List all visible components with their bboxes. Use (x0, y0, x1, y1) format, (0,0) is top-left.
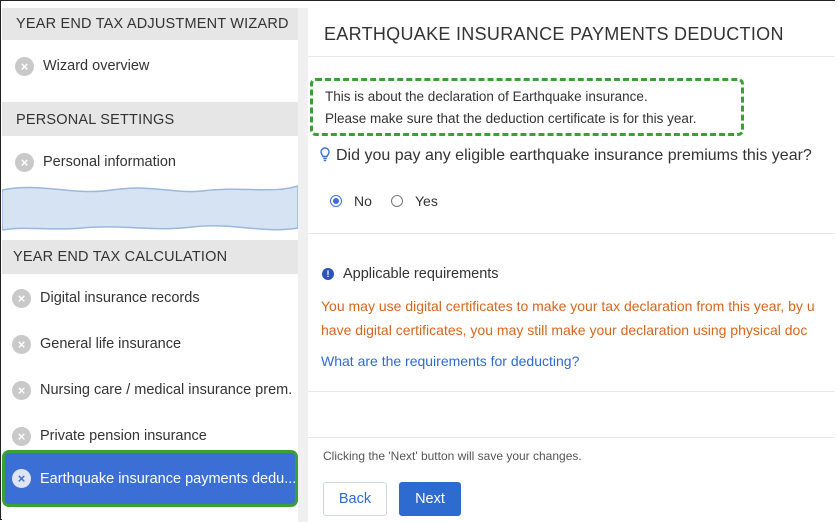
x-circle-icon: × (12, 380, 31, 400)
requirements-link[interactable]: What are the requirements for deducting? (321, 353, 579, 369)
x-circle-icon: × (15, 152, 34, 172)
sidebar-item-general-life-insurance[interactable]: × General life insurance (2, 324, 298, 364)
x-circle-icon: × (12, 288, 31, 308)
sidebar-item-label: Private pension insurance (40, 428, 207, 444)
sidebar-item-label: Wizard overview (43, 58, 150, 74)
sidebar-item-label: Earthquake insurance payments dedu... (40, 470, 297, 487)
sidebar-item-wizard-overview[interactable]: × Wizard overview (2, 46, 298, 86)
option-no-label: No (354, 193, 372, 209)
back-button[interactable]: Back (323, 482, 387, 516)
option-no[interactable]: No (330, 193, 372, 209)
sidebar-item-label: General life insurance (40, 336, 182, 352)
question-text: Did you pay any eligible earthquake insu… (336, 147, 812, 164)
next-button[interactable]: Next (399, 482, 461, 516)
pane-divider (298, 8, 308, 522)
radio-no[interactable] (330, 195, 342, 207)
x-circle-icon: × (12, 469, 31, 488)
content-divider (308, 391, 838, 392)
sidebar-item-digital-insurance-records[interactable]: × Digital insurance records (2, 278, 298, 318)
question: Did you pay any eligible earthquake insu… (320, 147, 812, 165)
footer-divider (308, 437, 838, 438)
x-circle-icon: × (12, 334, 31, 354)
page-title: EARTHQUAKE INSURANCE PAYMENTS DEDUCTION (324, 24, 784, 44)
option-yes-label: Yes (415, 193, 438, 209)
sidebar-item-label: Digital insurance records (40, 290, 200, 306)
lightbulb-icon (320, 147, 330, 165)
section-heading-wizard: YEAR END TAX ADJUSTMENT WIZARD (2, 8, 298, 40)
section-divider (308, 233, 838, 234)
requirements-heading-text: Applicable requirements (343, 266, 499, 282)
notice-box: This is about the declaration of Earthqu… (310, 78, 744, 136)
x-circle-icon: × (12, 426, 31, 446)
main-panel: EARTHQUAKE INSURANCE PAYMENTS DEDUCTION … (308, 8, 838, 522)
sidebar-item-label: Nursing care / medical insurance prem. (40, 382, 293, 398)
notice-line-1: This is about the declaration of Earthqu… (325, 89, 648, 104)
requirements-text-line-2: have digital certificates, you may still… (321, 322, 808, 338)
footer-note: Clicking the 'Next' button will save you… (323, 449, 582, 463)
title-divider (308, 56, 838, 57)
radio-yes[interactable] (391, 195, 403, 207)
sidebar-item-label: Personal information (43, 154, 176, 170)
sidebar: YEAR END TAX ADJUSTMENT WIZARD × Wizard … (2, 2, 298, 520)
sidebar-item-personal-information[interactable]: × Personal information (2, 142, 298, 182)
sidebar-item-nursing-care-medical[interactable]: × Nursing care / medical insurance prem. (2, 370, 298, 410)
omission-torn-edge (2, 185, 298, 231)
notice-line-2: Please make sure that the deduction cert… (325, 111, 697, 126)
sidebar-item-earthquake-insurance[interactable]: × Earthquake insurance payments dedu... (2, 450, 298, 507)
section-heading-calculation: YEAR END TAX CALCULATION (2, 240, 298, 274)
info-icon: ! (322, 268, 334, 280)
requirements-heading: ! Applicable requirements (322, 266, 499, 282)
x-circle-icon: × (15, 56, 34, 76)
option-yes[interactable]: Yes (391, 193, 438, 209)
section-heading-personal: PERSONAL SETTINGS (2, 102, 298, 136)
requirements-text-line-1: You may use digital certificates to make… (321, 298, 815, 314)
